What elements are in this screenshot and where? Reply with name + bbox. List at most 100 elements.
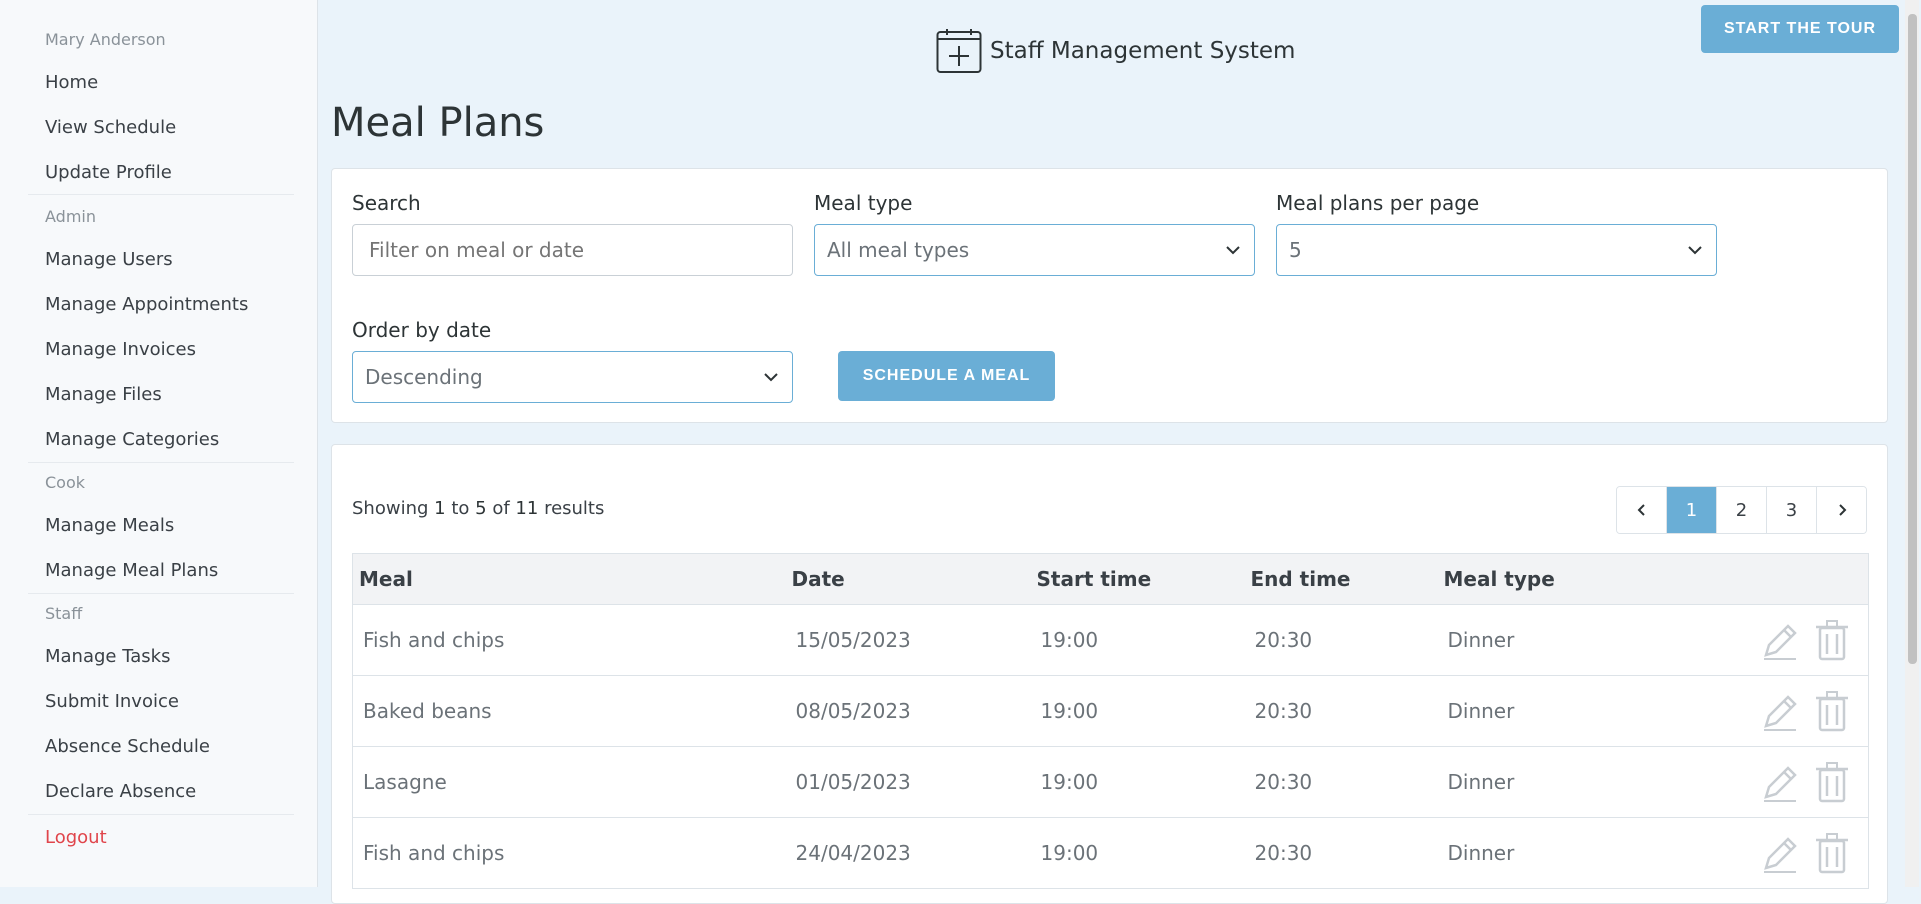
cell-meal: Fish and chips [352,817,786,889]
col-header-actions [1707,553,1869,605]
section-admin: Admin [45,207,96,226]
summary-suffix: results [544,498,605,519]
trash-icon[interactable] [1812,832,1852,874]
order-value: Descending [365,365,483,389]
search-label: Search [352,191,421,215]
scrollbar-thumb[interactable] [1908,14,1917,664]
page-3-button[interactable]: 3 [1766,487,1816,533]
trash-icon[interactable] [1812,619,1852,661]
nav-manage-appointments[interactable]: Manage Appointments [45,294,248,315]
pencil-icon[interactable] [1760,690,1800,732]
nav-manage-users[interactable]: Manage Users [45,249,173,270]
cell-actions [1707,675,1869,747]
divider [28,814,294,815]
cell-start-time: 19:00 [1030,604,1245,676]
start-tour-button[interactable]: START THE TOUR [1701,5,1899,53]
cell-actions [1707,604,1869,676]
page-title: Meal Plans [331,100,545,146]
next-page-button[interactable] [1816,487,1866,533]
user-name: Mary Anderson [45,30,166,49]
divider [28,194,294,195]
table-row: Fish and chips 15/05/2023 19:00 20:30 Di… [352,604,1869,676]
prev-page-button[interactable] [1617,487,1666,533]
cell-actions [1707,746,1869,818]
cell-start-time: 19:00 [1030,746,1245,818]
table-row: Lasagne 01/05/2023 19:00 20:30 Dinner [352,746,1869,818]
meal-plans-table: Meal Date Start time End time Meal type … [352,553,1869,889]
nav-manage-files[interactable]: Manage Files [45,384,162,405]
nav-home[interactable]: Home [45,72,98,93]
col-header-start-time[interactable]: Start time [1030,553,1245,605]
trash-icon[interactable] [1812,690,1852,732]
col-header-meal[interactable]: Meal [352,553,786,605]
table-header-row: Meal Date Start time End time Meal type [352,553,1869,605]
meal-type-label: Meal type [814,191,913,215]
divider [28,462,294,463]
meal-type-select[interactable]: All meal types [814,224,1255,276]
nav-manage-categories[interactable]: Manage Categories [45,429,219,450]
section-cook: Cook [45,473,86,492]
summary-prefix: Showing [352,498,429,519]
cell-end-time: 20:30 [1244,604,1438,676]
cell-end-time: 20:30 [1244,675,1438,747]
trash-icon[interactable] [1812,761,1852,803]
table-row: Fish and chips 24/04/2023 19:00 20:30 Di… [352,817,1869,889]
per-page-label: Meal plans per page [1276,191,1480,215]
cell-end-time: 20:30 [1244,817,1438,889]
search-input[interactable] [352,224,793,276]
nav-manage-tasks[interactable]: Manage Tasks [45,646,170,667]
results-card: Showing 1 to 5 of 11 results 1 2 3 Meal … [331,444,1888,904]
schedule-meal-button[interactable]: SCHEDULE A MEAL [838,351,1055,401]
cell-start-time: 19:00 [1030,817,1245,889]
results-summary: Showing 1 to 5 of 11 results [352,498,604,519]
nav-view-schedule[interactable]: View Schedule [45,117,176,138]
per-page-select[interactable]: 5 [1276,224,1717,276]
meal-type-value: All meal types [827,238,970,262]
nav-manage-meal-plans[interactable]: Manage Meal Plans [45,560,218,581]
cell-meal: Fish and chips [352,604,786,676]
page-1-button[interactable]: 1 [1666,487,1716,533]
summary-from: 1 [434,498,446,519]
col-header-end-time[interactable]: End time [1244,553,1438,605]
divider [28,593,294,594]
order-select[interactable]: Descending [352,351,793,403]
cell-end-time: 20:30 [1244,746,1438,818]
cell-meal-type: Dinner [1437,675,1708,747]
nav-declare-absence[interactable]: Declare Absence [45,781,196,802]
cell-date: 24/04/2023 [785,817,1031,889]
pagination: 1 2 3 [1616,486,1867,534]
cell-meal-type: Dinner [1437,746,1708,818]
nav-absence-schedule[interactable]: Absence Schedule [45,736,210,757]
order-label: Order by date [352,318,492,342]
pencil-icon[interactable] [1760,619,1800,661]
cell-meal-type: Dinner [1437,817,1708,889]
nav-logout[interactable]: Logout [45,827,107,848]
col-header-meal-type[interactable]: Meal type [1437,553,1708,605]
chevron-right-icon [1838,504,1846,516]
chevron-down-icon [1226,246,1240,255]
cell-date: 08/05/2023 [785,675,1031,747]
nav-manage-meals[interactable]: Manage Meals [45,515,174,536]
per-page-value: 5 [1289,238,1302,262]
pencil-icon[interactable] [1760,761,1800,803]
nav-update-profile[interactable]: Update Profile [45,162,172,183]
table-row: Baked beans 08/05/2023 19:00 20:30 Dinne… [352,675,1869,747]
sidebar: Mary Anderson Home View Schedule Update … [0,0,318,887]
main-content: START THE TOUR Staff Management System M… [319,0,1921,904]
cell-meal: Baked beans [352,675,786,747]
filters-card: Search Meal type All meal types Meal pla… [331,168,1888,423]
page-2-button[interactable]: 2 [1716,487,1766,533]
brand-title: Staff Management System [990,38,1296,64]
nav-manage-invoices[interactable]: Manage Invoices [45,339,196,360]
chevron-left-icon [1637,504,1645,516]
summary-total: 11 [515,498,539,519]
pencil-icon[interactable] [1760,832,1800,874]
col-header-date[interactable]: Date [785,553,1031,605]
cell-date: 01/05/2023 [785,746,1031,818]
cell-date: 15/05/2023 [785,604,1031,676]
brand: Staff Management System [936,28,1295,74]
nav-submit-invoice[interactable]: Submit Invoice [45,691,179,712]
vertical-scrollbar[interactable] [1905,0,1919,887]
cell-start-time: 19:00 [1030,675,1245,747]
summary-of-word: of [492,498,510,519]
